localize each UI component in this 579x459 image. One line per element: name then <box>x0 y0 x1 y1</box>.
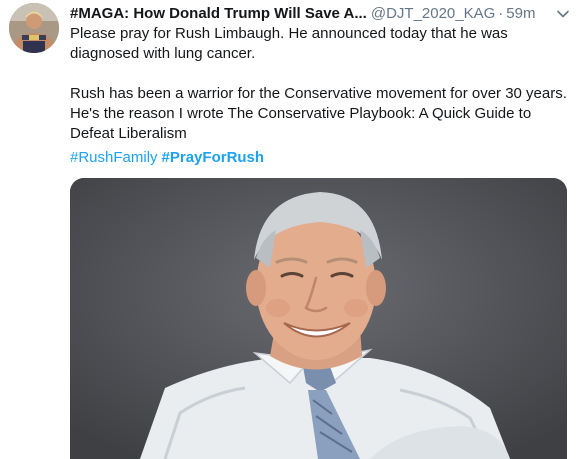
hashtag-prayforrush[interactable]: #PrayForRush <box>162 149 265 166</box>
tweet-text: Please pray for Rush Limbaugh. He announ… <box>70 24 575 144</box>
tweet[interactable]: #MAGA: How Donald Trump Will Save A... @D… <box>0 0 579 459</box>
display-name[interactable]: #MAGA: How Donald Trump Will Save A... <box>70 5 367 22</box>
user-handle[interactable]: @DJT_2020_KAG <box>371 5 495 22</box>
tweet-header: #MAGA: How Donald Trump Will Save A... @D… <box>70 4 575 24</box>
tweet-paragraph: Rush has been a warrior for the Conserva… <box>70 85 567 142</box>
timestamp[interactable]: 59m <box>506 5 535 22</box>
chevron-down-icon[interactable] <box>555 6 571 22</box>
tweet-photo[interactable] <box>70 178 567 459</box>
hashtag-row: #RushFamily #PrayForRush <box>70 148 268 168</box>
separator-dot: · <box>498 5 504 22</box>
tweet-paragraph: Please pray for Rush Limbaugh. He announ… <box>70 25 508 62</box>
avatar[interactable] <box>9 3 59 53</box>
hashtag-rushfamily[interactable]: #RushFamily <box>70 149 158 166</box>
